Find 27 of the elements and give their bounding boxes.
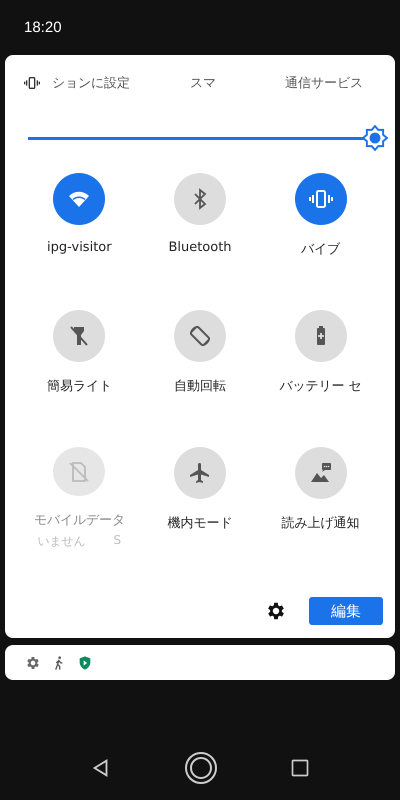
picture-message-icon <box>308 461 333 485</box>
tile-label: バイブ <box>301 241 340 258</box>
shield-play-icon <box>77 654 93 670</box>
brightness-icon[interactable] <box>362 124 388 150</box>
notification-ticker-text: 通信サービス <box>285 75 363 92</box>
tile-label: Bluetooth <box>168 240 232 255</box>
notification-ticker-text: スマ <box>190 75 217 92</box>
settings-icon <box>25 654 41 670</box>
tile-label: バッテリー セ <box>280 378 362 395</box>
tile-label: モバイルデータ <box>34 512 125 529</box>
vibrate-icon <box>24 75 40 91</box>
clock-time: 18:20 <box>24 19 62 36</box>
tile-status-text: いません <box>38 533 86 550</box>
rotate-icon <box>188 324 212 348</box>
sim-off-icon <box>67 460 92 484</box>
vibrate-icon <box>308 187 333 211</box>
edit-button[interactable]: 編集 <box>309 597 383 625</box>
tile-label: 読み上げ通知 <box>282 515 360 532</box>
tile-status-text: S <box>114 533 122 549</box>
airplane-icon <box>188 461 212 485</box>
tile-label: 簡易ライト <box>46 378 112 395</box>
tile-label: 機内モード <box>167 515 232 532</box>
tile-label: ipg-visitor <box>47 240 112 255</box>
tile-label: 自動回転 <box>174 378 226 395</box>
notification-ticker-text: ションに設定 <box>52 75 131 92</box>
recents-icon[interactable] <box>290 758 310 778</box>
home-icon[interactable] <box>184 751 218 785</box>
